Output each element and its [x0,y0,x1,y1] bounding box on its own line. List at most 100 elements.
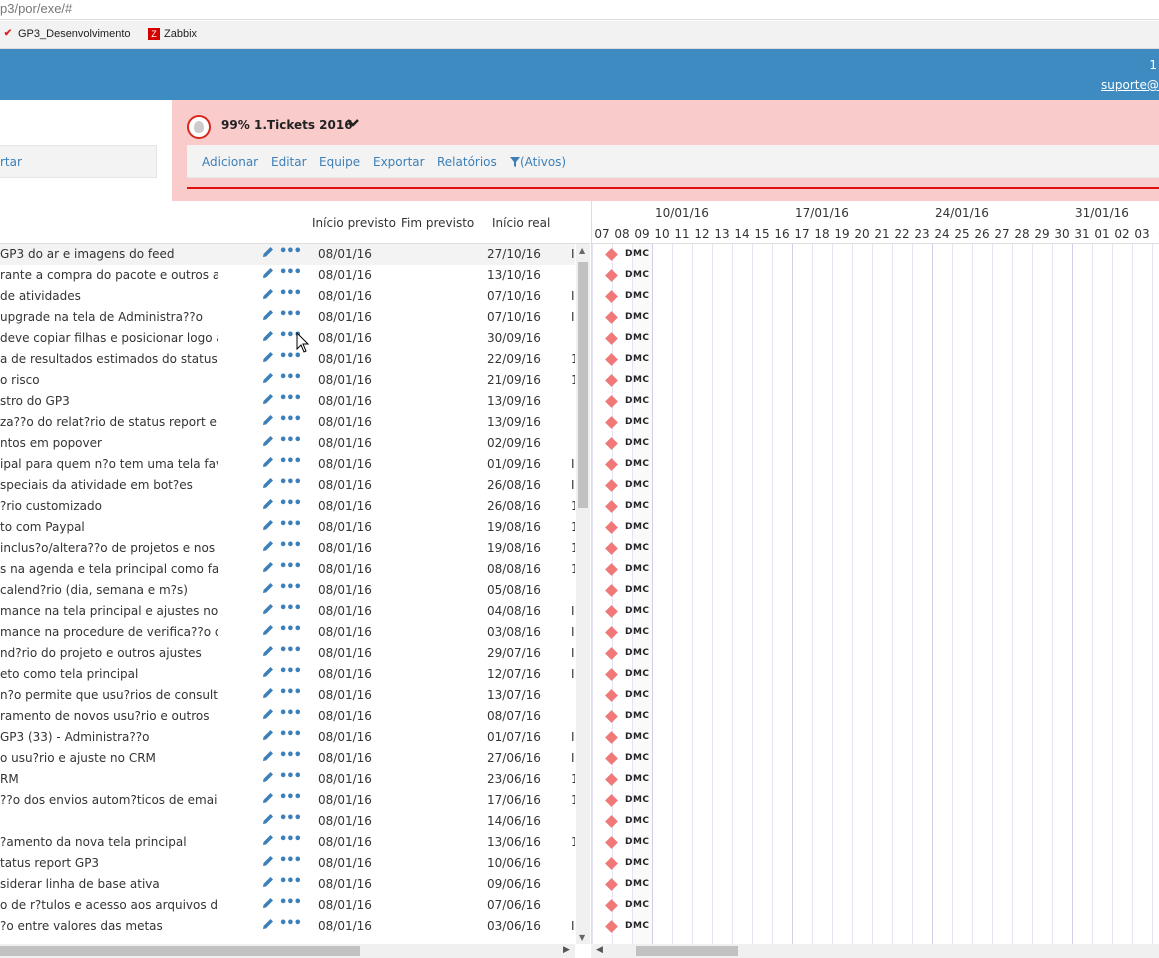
milestone-diamond-icon[interactable] [605,857,618,870]
pencil-icon[interactable] [262,708,274,723]
bookmark-zabbix[interactable]: Z Zabbix [148,28,197,40]
pencil-icon[interactable] [262,519,274,534]
milestone-diamond-icon[interactable] [605,605,618,618]
pencil-icon[interactable] [262,897,274,912]
milestone-diamond-icon[interactable] [605,332,618,345]
milestone-diamond-icon[interactable] [605,311,618,324]
pencil-icon[interactable] [262,498,274,513]
more-options-icon[interactable]: ••• [279,748,302,763]
table-row[interactable]: o risco ••• 08/01/16 21/09/16 1 [0,370,575,391]
milestone-diamond-icon[interactable] [605,479,618,492]
milestone-diamond-icon[interactable] [605,647,618,660]
table-row[interactable]: ntos em popover ••• 08/01/16 02/09/16 [0,433,575,454]
export-button[interactable]: Exportar [373,155,425,169]
pencil-icon[interactable] [262,876,274,891]
milestone-diamond-icon[interactable] [605,563,618,576]
milestone-diamond-icon[interactable] [605,416,618,429]
left-panel-link[interactable]: rtar [0,145,157,178]
scroll-left-icon[interactable]: ◀ [596,945,603,955]
table-row[interactable]: za??o do relat?rio de status report e c •… [0,412,575,433]
more-options-icon[interactable]: ••• [279,832,302,847]
table-row[interactable]: ramento de novos usu?rio e outros ••• 08/0… [0,706,575,727]
pencil-icon[interactable] [262,435,274,450]
more-options-icon[interactable]: ••• [279,706,302,721]
milestone-diamond-icon[interactable] [605,500,618,513]
pencil-icon[interactable] [262,918,274,933]
table-row[interactable]: ??o dos envios autom?ticos de emails ••• 0… [0,790,575,811]
edit-button[interactable]: Editar [271,155,307,169]
table-row[interactable]: eto como tela principal ••• 08/01/16 12/07/… [0,664,575,685]
table-row[interactable]: stro do GP3 ••• 08/01/16 13/09/16 [0,391,575,412]
pencil-icon[interactable] [262,393,274,408]
table-row[interactable]: o usu?rio e ajuste no CRM ••• 08/01/16 27/0… [0,748,575,769]
pencil-icon[interactable] [262,330,274,345]
table-horizontal-scrollbar[interactable]: ▶ [0,944,575,958]
col-start-real[interactable]: Início real [492,216,550,230]
milestone-diamond-icon[interactable] [605,794,618,807]
table-row[interactable]: GP3 do ar e imagens do feed ••• 08/01/16 27… [0,244,575,265]
scroll-thumb[interactable] [636,946,738,956]
pencil-icon[interactable] [262,456,274,471]
table-row[interactable]: o de r?tulos e acesso aos arquivos da •••… [0,895,575,916]
milestone-diamond-icon[interactable] [605,542,618,555]
more-options-icon[interactable]: ••• [279,454,302,469]
more-options-icon[interactable]: ••• [279,286,302,301]
more-options-icon[interactable]: ••• [279,853,302,868]
reports-button[interactable]: Relatórios [437,155,497,169]
milestone-diamond-icon[interactable] [605,920,618,933]
more-options-icon[interactable]: ••• [279,664,302,679]
pencil-icon[interactable] [262,561,274,576]
table-row[interactable]: n?o permite que usu?rios de consult ••• 08… [0,685,575,706]
milestone-diamond-icon[interactable] [605,353,618,366]
milestone-diamond-icon[interactable] [605,899,618,912]
milestone-diamond-icon[interactable] [605,731,618,744]
milestone-diamond-icon[interactable] [605,248,618,261]
more-options-icon[interactable]: ••• [279,517,302,532]
milestone-diamond-icon[interactable] [605,374,618,387]
table-row[interactable]: tatus report GP3 ••• 08/01/16 10/06/16 [0,853,575,874]
pencil-icon[interactable] [262,582,274,597]
more-options-icon[interactable]: ••• [279,895,302,910]
scroll-thumb[interactable] [0,946,360,956]
pencil-icon[interactable] [262,666,274,681]
pencil-icon[interactable] [262,855,274,870]
milestone-diamond-icon[interactable] [605,773,618,786]
pencil-icon[interactable] [262,288,274,303]
pencil-icon[interactable] [262,351,274,366]
table-row[interactable]: s na agenda e tela principal como favo ••… [0,559,575,580]
chevron-down-icon[interactable] [347,118,359,131]
table-row[interactable]: de atividades ••• 08/01/16 07/10/16 I [0,286,575,307]
url-bar[interactable]: p3/por/exe/# [0,0,1159,20]
table-row[interactable]: inclus?o/altera??o de projetos e nos ••• 0… [0,538,575,559]
more-options-icon[interactable]: ••• [279,727,302,742]
scroll-up-icon[interactable]: ▲ [579,246,585,255]
milestone-diamond-icon[interactable] [605,710,618,723]
more-options-icon[interactable]: ••• [279,769,302,784]
more-options-icon[interactable]: ••• [279,538,302,553]
team-button[interactable]: Equipe [319,155,360,169]
col-end-planned[interactable]: Fim previsto [401,216,474,230]
pencil-icon[interactable] [262,540,274,555]
table-row[interactable]: deve copiar filhas e posicionar logo a ••… [0,328,575,349]
filter-button[interactable]: (Ativos) [510,155,566,169]
more-options-icon[interactable]: ••• [279,685,302,700]
table-row[interactable]: a de resultados estimados do status ••• 08… [0,349,575,370]
scroll-down-icon[interactable]: ▼ [579,933,585,942]
pencil-icon[interactable] [262,645,274,660]
table-row[interactable]: ipal para quem n?o tem uma tela favo ••• 0… [0,454,575,475]
table-row[interactable]: siderar linha de base ativa ••• 08/01/16 09… [0,874,575,895]
pencil-icon[interactable] [262,267,274,282]
more-options-icon[interactable]: ••• [279,559,302,574]
table-row[interactable]: RM ••• 08/01/16 23/06/16 1 [0,769,575,790]
table-row[interactable]: to com Paypal ••• 08/01/16 19/08/16 1 [0,517,575,538]
more-options-icon[interactable]: ••• [279,916,302,931]
milestone-diamond-icon[interactable] [605,269,618,282]
table-row[interactable]: calend?rio (dia, semana e m?s) ••• 08/01/1… [0,580,575,601]
table-row[interactable]: GP3 (33) - Administra??o ••• 08/01/16 01/07… [0,727,575,748]
more-options-icon[interactable]: ••• [279,244,302,259]
add-button[interactable]: Adicionar [202,155,258,169]
milestone-diamond-icon[interactable] [605,689,618,702]
more-options-icon[interactable]: ••• [279,475,302,490]
more-options-icon[interactable]: ••• [279,622,302,637]
gantt-horizontal-scrollbar[interactable]: ◀ [591,944,1159,958]
